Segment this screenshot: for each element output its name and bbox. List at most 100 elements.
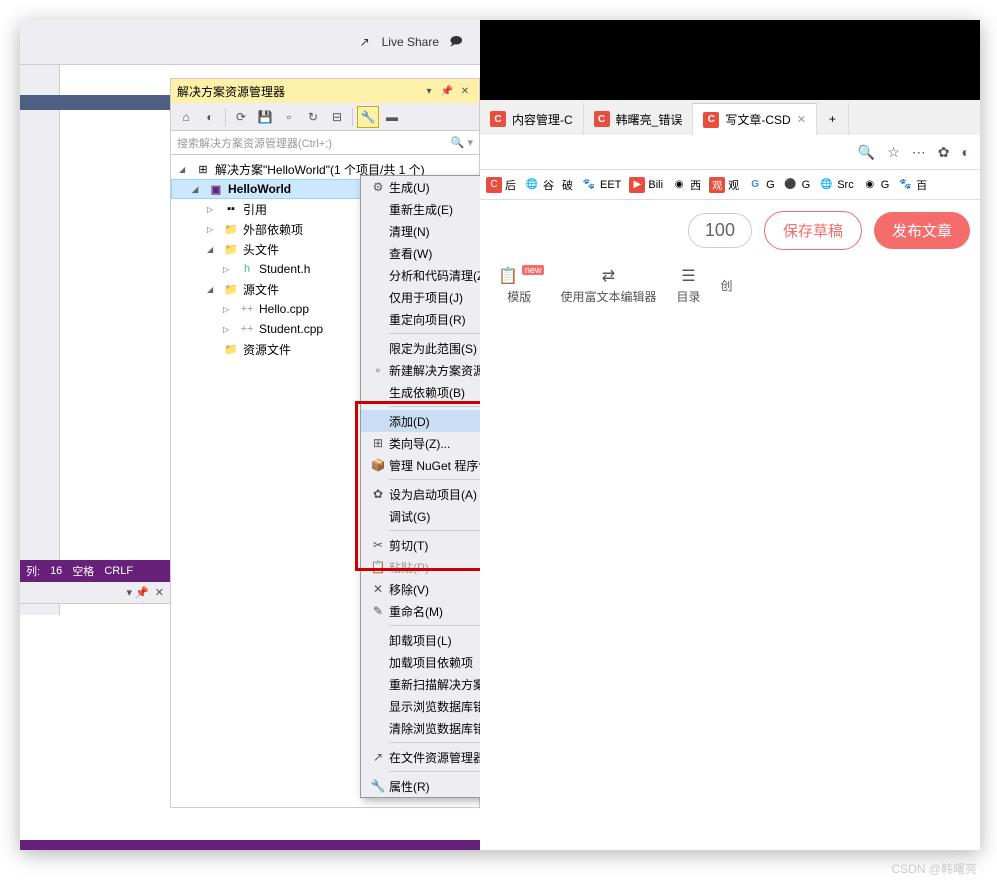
home-icon[interactable]: ⌂ bbox=[175, 106, 197, 128]
solution-search[interactable]: 搜索解决方案资源管理器(Ctrl+;) 🔍 ▾ bbox=[171, 131, 479, 155]
vs-doc-tab-strip bbox=[20, 95, 170, 110]
new-tab-button[interactable]: + bbox=[817, 103, 849, 135]
paste-icon: 📋 bbox=[367, 560, 389, 574]
project-label: HelloWorld bbox=[228, 182, 291, 196]
cpp-file-icon: ++ bbox=[239, 301, 255, 317]
close-icon[interactable]: ✕ bbox=[155, 586, 164, 599]
dropdown-icon[interactable]: ▾ bbox=[421, 83, 437, 99]
browser-tabs: C 内容管理-C C 韩曙亮_错误 C 写文章-CSD ✕ + bbox=[480, 100, 980, 135]
bookmark-item[interactable]: 🌐Src bbox=[818, 177, 854, 193]
save-all-icon[interactable]: 💾 bbox=[254, 106, 276, 128]
extension-icon[interactable]: ✿ bbox=[938, 144, 950, 161]
bookmark-item[interactable]: 破 bbox=[562, 177, 573, 193]
create-button[interactable]: 创 bbox=[720, 277, 732, 294]
menu-icon[interactable]: ⋯ bbox=[912, 144, 926, 161]
bookmark-item[interactable]: ◉西 bbox=[671, 177, 701, 193]
editor-toolbar: 📋new 模版 ⇄ 使用富文本编辑器 ☰ 目录 创 bbox=[480, 260, 980, 310]
vs-titlebar: ↗ Live Share 🗩 bbox=[20, 20, 480, 65]
bookmark-item[interactable]: ⚫G bbox=[783, 177, 811, 193]
properties-icon: 🔧 bbox=[367, 779, 389, 793]
watermark: CSDN @韩曙亮 bbox=[891, 860, 977, 877]
browser-tab-active[interactable]: C写文章-CSD✕ bbox=[693, 103, 817, 135]
tab-label: 韩曙亮_错误 bbox=[616, 111, 683, 128]
editor-header: 100 保存草稿 发布文章 bbox=[480, 200, 980, 260]
page-content: 100 保存草稿 发布文章 📋new 模版 ⇄ 使用富文本编辑器 ☰ 目录 创 bbox=[480, 200, 980, 820]
pin-icon[interactable]: ▾ 📌 bbox=[127, 586, 149, 599]
show-all-icon[interactable]: ▫ bbox=[278, 106, 300, 128]
header-file-icon: h bbox=[239, 261, 255, 277]
bookmark-item[interactable]: ◉G bbox=[862, 177, 890, 193]
feedback-icon[interactable]: 🗩 bbox=[447, 33, 465, 51]
project-icon: ▣ bbox=[208, 181, 224, 197]
bookmark-item[interactable]: 🐾百 bbox=[897, 177, 927, 193]
toc-button[interactable]: ☰ 目录 bbox=[676, 266, 700, 305]
cut-icon: ✂ bbox=[367, 538, 389, 552]
folder-icon: 📁 bbox=[223, 241, 239, 257]
browser-tab[interactable]: C 韩曙亮_错误 bbox=[584, 103, 694, 135]
search-dropdown-icon[interactable]: 🔍 ▾ bbox=[451, 136, 473, 149]
bookmark-item[interactable]: 🌐谷 bbox=[524, 177, 554, 193]
tab-label: 写文章-CSD bbox=[725, 111, 790, 128]
close-icon[interactable]: ✕ bbox=[457, 83, 473, 99]
template-button[interactable]: 📋new 模版 bbox=[498, 266, 540, 305]
search-placeholder: 搜索解决方案资源管理器(Ctrl+;) bbox=[177, 135, 332, 151]
headers-label: 头文件 bbox=[243, 241, 279, 258]
live-share-label[interactable]: Live Share bbox=[382, 35, 439, 49]
zoom-icon[interactable]: 🔍 bbox=[858, 144, 875, 161]
sync-icon[interactable]: ⟳ bbox=[230, 106, 252, 128]
sources-label: 源文件 bbox=[243, 281, 279, 298]
rich-editor-button[interactable]: ⇄ 使用富文本编辑器 bbox=[560, 266, 656, 305]
properties-icon[interactable]: 🔧 bbox=[357, 106, 379, 128]
status-col-label: 列: bbox=[26, 563, 40, 579]
bookmark-item[interactable]: 🐾EET bbox=[581, 177, 621, 193]
folder-icon: 📁 bbox=[223, 341, 239, 357]
rename-icon: ✎ bbox=[367, 604, 389, 618]
status-col: 16 bbox=[50, 565, 62, 577]
folder-open-icon: ↗ bbox=[367, 750, 389, 764]
browser-black-bar bbox=[480, 20, 980, 100]
preview-icon[interactable]: ▬ bbox=[381, 106, 403, 128]
pin-icon[interactable]: 📌 bbox=[439, 83, 455, 99]
file-label: Student.h bbox=[259, 262, 310, 276]
references-icon: ▪▪ bbox=[223, 201, 239, 217]
panel-title-text: 解决方案资源管理器 bbox=[177, 83, 285, 100]
folder-icon: 📁 bbox=[223, 281, 239, 297]
bookmark-item[interactable]: C后 bbox=[486, 177, 516, 193]
favorite-icon[interactable]: ☆ bbox=[887, 144, 900, 161]
collapse-icon[interactable]: ⊟ bbox=[326, 106, 348, 128]
tab-close-icon[interactable]: ✕ bbox=[797, 113, 806, 126]
bookmark-item[interactable]: GG bbox=[747, 177, 775, 193]
file-label: Student.cpp bbox=[259, 322, 323, 336]
nuget-icon: 📦 bbox=[367, 458, 389, 472]
folder-icon: 📁 bbox=[223, 221, 239, 237]
save-draft-button[interactable]: 保存草稿 bbox=[764, 211, 862, 250]
refresh-icon[interactable]: ↻ bbox=[302, 106, 324, 128]
extension-icon[interactable]: ◐ bbox=[962, 144, 970, 160]
build-icon: ⚙ bbox=[367, 180, 389, 194]
solution-explorer-title: 解决方案资源管理器 ▾ 📌 ✕ bbox=[171, 79, 479, 103]
publish-button[interactable]: 发布文章 bbox=[874, 212, 970, 249]
browser-tab[interactable]: C 内容管理-C bbox=[480, 103, 584, 135]
wizard-icon: ⊞ bbox=[367, 436, 389, 450]
word-counter: 100 bbox=[688, 213, 752, 248]
bookmark-item[interactable]: ▶Bili bbox=[629, 177, 663, 193]
back-icon[interactable]: ◐ bbox=[199, 106, 221, 128]
csdn-icon: C bbox=[594, 111, 610, 127]
bookmark-item[interactable]: 观观 bbox=[709, 177, 739, 193]
status-space: 空格 bbox=[72, 563, 94, 579]
csdn-icon: C bbox=[490, 111, 506, 127]
new-view-icon: ▫ bbox=[367, 363, 389, 377]
references-label: 引用 bbox=[243, 201, 267, 218]
file-label: Hello.cpp bbox=[259, 302, 309, 316]
status-crlf: CRLF bbox=[104, 565, 133, 577]
bookmarks-bar: C后 🌐谷 破 🐾EET ▶Bili ◉西 观观 GG ⚫G 🌐Src ◉G 🐾… bbox=[480, 170, 980, 200]
solution-icon: ⊞ bbox=[195, 161, 211, 177]
solution-toolbar: ⌂ ◐ ⟳ 💾 ▫ ↻ ⊟ 🔧 ▬ bbox=[171, 103, 479, 131]
resources-label: 资源文件 bbox=[243, 341, 291, 358]
external-deps-label: 外部依赖项 bbox=[243, 221, 303, 238]
browser-url-bar: 🔍 ☆ ⋯ ✿ ◐ bbox=[480, 135, 980, 170]
tab-label: 内容管理-C bbox=[512, 111, 573, 128]
remove-icon: ✕ bbox=[367, 582, 389, 596]
vs-bottom-bar bbox=[20, 840, 480, 850]
vs-left-gutter bbox=[20, 65, 60, 615]
